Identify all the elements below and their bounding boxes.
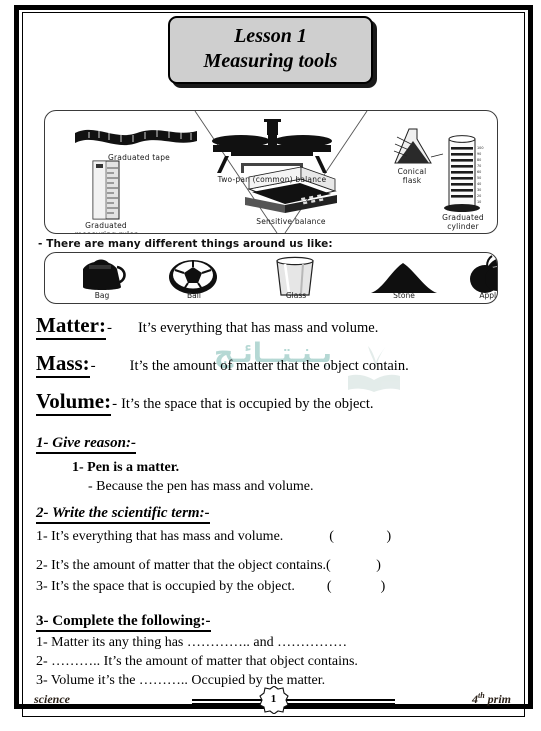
exercise-1-heading: 1- Give reason:- — [36, 435, 136, 454]
footer-page-number: 1 — [270, 693, 277, 705]
bag-icon — [83, 259, 126, 290]
exercise-1-answer: - Because the pen has mass and volume. — [88, 479, 314, 494]
tool-caption-conical-flask: Conical flask — [397, 167, 427, 185]
definition-term-mass: Mass: — [36, 350, 90, 378]
tool-caption-two-pan-balance: Two-pan (common) balance — [217, 175, 327, 184]
definition-dash-volume: - — [112, 396, 118, 412]
svg-text:70: 70 — [477, 164, 481, 168]
lesson-title-line-1: Lesson 1 — [234, 25, 307, 47]
conical-flask-icon — [393, 128, 444, 164]
ruler-icon — [92, 160, 120, 220]
two-pan-balance-icon — [212, 119, 332, 173]
thing-caption-stone: Stone — [393, 291, 415, 300]
footer-grade: 4th prim — [472, 691, 511, 707]
exercise-3-item-2[interactable]: 2- ……….. It’s the amount of matter that … — [36, 654, 512, 670]
exercise-2-item-3: 3- It’s the space that is occupied by th… — [36, 579, 512, 595]
definition-text-matter: It’s everything that has mass and volume… — [137, 320, 379, 336]
svg-text:90: 90 — [477, 152, 481, 156]
exercise-2-item-1-text: 1- It’s everything that has mass and vol… — [36, 529, 284, 544]
definition-text-mass: It’s the amount of matter that the objec… — [129, 358, 409, 374]
glass-icon — [276, 256, 314, 296]
graduated-cylinder-icon: 100 90 80 70 60 50 40 30 20 10 — [444, 135, 483, 212]
digital-balance-icon — [245, 166, 337, 213]
footer-grade-word: prim — [487, 692, 511, 706]
definition-volume: Volume: - It’s the space that is occupie… — [36, 388, 512, 416]
stone-icon — [371, 263, 437, 293]
measuring-tools-panel: 100 90 80 70 60 50 40 30 20 10 Graduated tape… — [44, 110, 498, 234]
lesson-title-box: Lesson 1 Measuring tools — [167, 16, 374, 84]
svg-text:50: 50 — [477, 176, 481, 180]
exercise-2-item-1: 1- It’s everything that has mass and vol… — [36, 529, 512, 545]
definition-mass: Mass: - It’s the amount of matter that t… — [36, 350, 512, 378]
definition-term-matter: Matter: — [36, 312, 106, 340]
apple-icon — [470, 255, 497, 293]
svg-text:40: 40 — [477, 182, 481, 186]
definition-dash-matter: - — [106, 320, 112, 336]
exercise-2-item-2-blank[interactable]: ( ) — [326, 558, 381, 574]
svg-text:10: 10 — [477, 200, 481, 204]
exercise-1-question: 1- Pen is a matter. — [72, 460, 180, 475]
svg-text:80: 80 — [477, 158, 481, 162]
things-around-us-lead: - There are many different things around… — [38, 238, 333, 250]
exercise-scientific-term: 2- Write the scientific term:- 1- It’s e… — [36, 495, 512, 595]
exercise-complete: 3- Complete the following:- 1- Matter it… — [36, 595, 512, 689]
svg-text:30: 30 — [477, 188, 481, 192]
measuring-tape-icon — [75, 129, 197, 146]
exercise-2-item-2: 2- It’s the amount of matter that the ob… — [36, 558, 512, 574]
svg-text:20: 20 — [477, 194, 481, 198]
exercise-2-heading: 2- Write the scientific term:- — [36, 505, 210, 524]
lesson-title-line-2: Measuring tools — [203, 50, 338, 72]
worksheet-page: Lesson 1 Measuring tools 100 90 80 70 60… — [0, 0, 541, 731]
exercise-2-item-1-blank[interactable]: ( ) — [329, 529, 391, 545]
footer-grade-suffix: th — [477, 691, 485, 700]
thing-caption-glass: Glass — [285, 291, 307, 300]
exercise-give-reason: 1- Give reason:- 1- Pen is a matter. - B… — [36, 421, 512, 495]
page-footer: science 1 4th prim — [22, 683, 525, 717]
definition-dash-mass: - — [90, 358, 96, 374]
footer-rule-thick — [192, 703, 395, 708]
ball-icon — [169, 260, 217, 294]
tool-caption-graduated-tape: Graduated tape — [107, 153, 170, 162]
exercise-2-item-2-text: 2- It’s the amount of matter that the ob… — [36, 558, 327, 573]
lesson-content: Matter: - It’s everything that has mass … — [36, 312, 512, 689]
exercise-3-heading: 3- Complete the following:- — [36, 613, 211, 632]
svg-text:100: 100 — [477, 146, 483, 150]
lesson-title-container: Lesson 1 Measuring tools — [0, 16, 541, 84]
footer-page-seal: 1 — [258, 685, 289, 715]
exercise-3-item-1[interactable]: 1- Matter its any thing has ………….. and …… — [36, 635, 512, 651]
footer-rule-thin — [192, 699, 395, 701]
thing-caption-apple: Apple — [479, 291, 497, 300]
definition-matter: Matter: - It’s everything that has mass … — [36, 312, 512, 340]
tool-caption-sensitive-balance: Sensitive balance — [256, 217, 326, 226]
things-around-us-panel: Bag Ball Glass Stone Apple — [44, 252, 498, 304]
tool-caption-graduated-cylinder: Graduated cylinder — [442, 213, 484, 231]
definition-term-volume: Volume: — [36, 388, 112, 416]
thing-caption-bag: Bag — [94, 291, 110, 300]
tool-caption-graduated-ruler: Graduated measuring ruler — [75, 221, 138, 233]
exercise-2-item-3-text: 3- It’s the space that is occupied by th… — [36, 579, 295, 594]
svg-text:60: 60 — [477, 170, 481, 174]
exercise-2-item-3-blank[interactable]: ( ) — [327, 579, 385, 595]
thing-caption-ball: Ball — [187, 291, 201, 300]
footer-subject: science — [34, 692, 70, 706]
definition-text-volume: It’s the space that is occupied by the o… — [121, 396, 374, 412]
